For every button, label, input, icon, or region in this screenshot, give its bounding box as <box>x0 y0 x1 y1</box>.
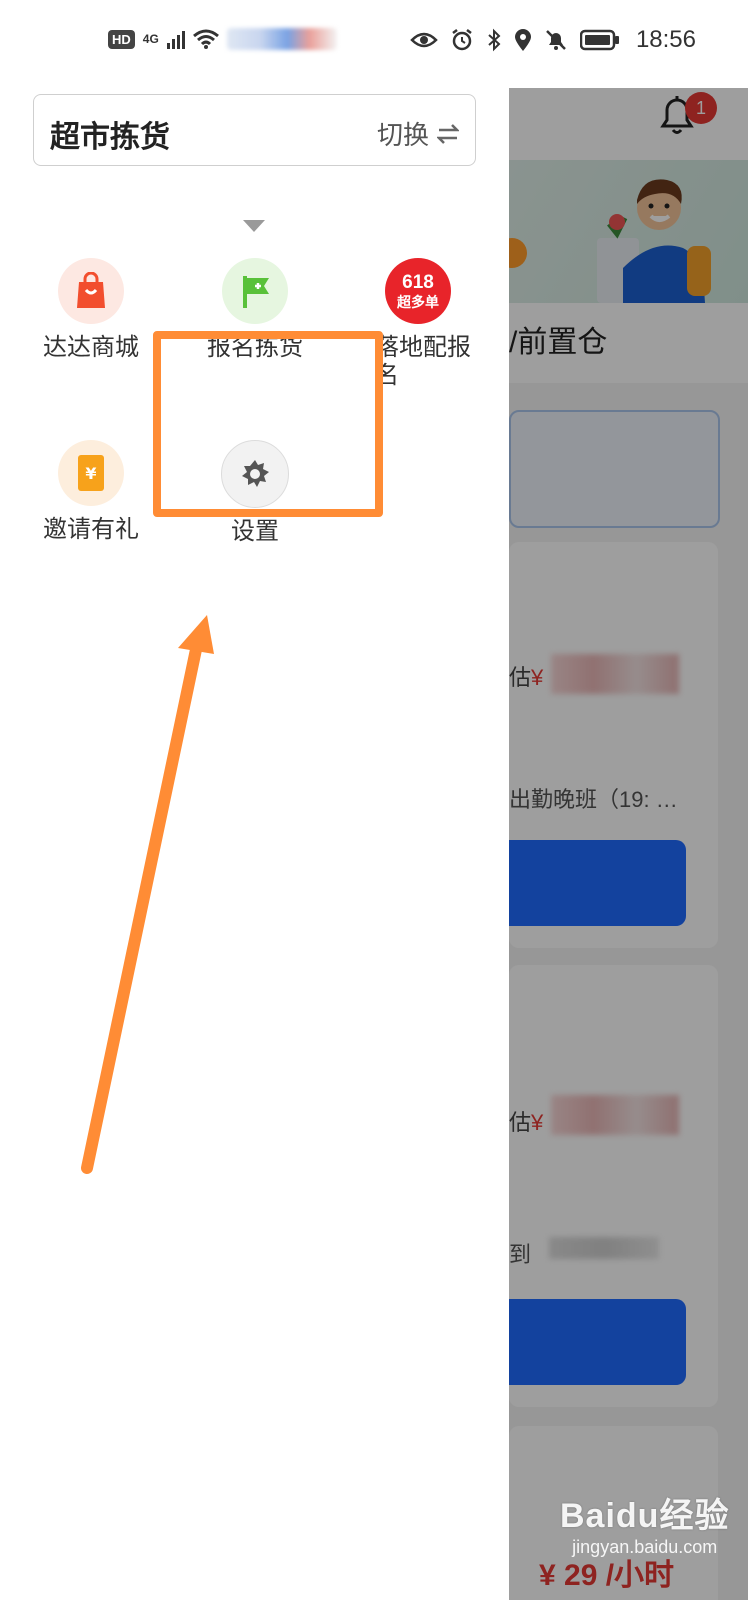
status-left: HD 4G <box>108 28 337 50</box>
hd-badge: HD <box>108 29 135 49</box>
wifi-icon <box>192 29 219 49</box>
watermark-main: Baidu经验 <box>560 1497 730 1535</box>
bluetooth-icon <box>488 28 501 52</box>
baidu-watermark: Baidu经验 jingyan.baidu.com <box>560 1488 729 1558</box>
battery-icon <box>579 29 619 51</box>
mute-bell-icon <box>546 30 566 50</box>
clock-time: 18:56 <box>635 26 696 53</box>
network-type: 4G <box>142 32 159 46</box>
watermark-sub: jingyan.baidu.com <box>572 1537 718 1557</box>
blurred-carrier-info <box>226 28 337 50</box>
status-right: 18:56 <box>410 26 696 54</box>
location-icon <box>514 29 531 51</box>
signal-icon <box>166 29 185 49</box>
eye-icon <box>410 32 438 48</box>
alarm-icon <box>452 29 472 51</box>
status-bar: HD 4G 18:56 <box>0 0 748 88</box>
annotation-arrow-icon <box>81 615 214 1174</box>
